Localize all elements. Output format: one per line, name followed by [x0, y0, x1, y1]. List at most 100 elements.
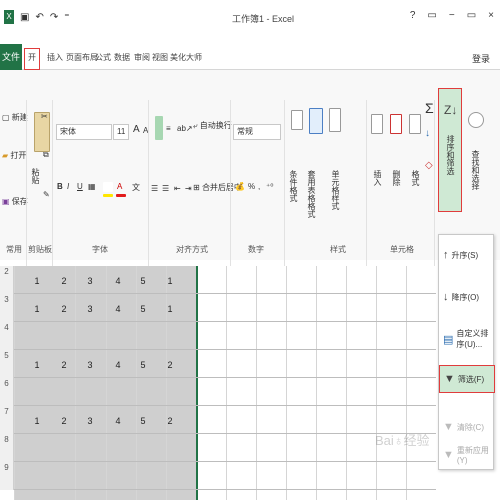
format-painter-icon[interactable]: ✎: [43, 190, 50, 199]
align-center-icon[interactable]: ☰: [162, 184, 169, 193]
cell-value[interactable]: 3: [80, 304, 100, 314]
help-button[interactable]: ?: [410, 10, 416, 21]
font-color-icon[interactable]: A: [117, 182, 122, 191]
menu-item-custom-sort[interactable]: ▤ 自定义排序(U)...: [439, 325, 495, 353]
save-qat-icon[interactable]: ▣: [20, 12, 29, 23]
conditional-format-button[interactable]: 条件格式: [288, 170, 299, 202]
cut-icon[interactable]: ✂: [41, 112, 48, 121]
cell-value[interactable]: 1: [27, 416, 47, 426]
align-left-icon[interactable]: ☰: [151, 184, 158, 193]
row-header[interactable]: 4: [0, 322, 14, 350]
close-button[interactable]: ×: [488, 10, 494, 21]
number-format-select[interactable]: 常规: [233, 124, 281, 140]
delete-button[interactable]: 删除: [391, 170, 402, 186]
new-button[interactable]: ▢ 新建: [2, 112, 28, 123]
cell-value[interactable]: 3: [80, 276, 100, 286]
tab-file[interactable]: 文件: [0, 44, 22, 70]
tab-view[interactable]: 视图: [152, 52, 168, 63]
borders-icon[interactable]: ▦: [88, 182, 96, 191]
row-header[interactable]: 9: [0, 462, 14, 490]
increase-indent-icon[interactable]: ⇥: [185, 184, 192, 193]
cell-value[interactable]: 3: [80, 416, 100, 426]
currency-icon[interactable]: 💰: [235, 182, 245, 191]
align-top-icon[interactable]: [155, 116, 163, 140]
fill-icon[interactable]: ↓: [425, 128, 430, 139]
cell-value[interactable]: 4: [108, 416, 128, 426]
minimize-button[interactable]: −: [449, 10, 455, 21]
redo-icon[interactable]: ↷: [50, 12, 58, 23]
tab-beautify[interactable]: 美化大师: [170, 52, 202, 63]
tab-data[interactable]: 数据: [114, 52, 130, 63]
cell-value[interactable]: 1: [27, 276, 47, 286]
format-cells-icon[interactable]: [409, 114, 421, 134]
qat-more-icon[interactable]: ⁼: [64, 12, 69, 23]
cell-value[interactable]: 4: [108, 304, 128, 314]
cell-value[interactable]: 5: [133, 304, 153, 314]
row-header[interactable]: 2: [0, 266, 14, 294]
menu-item-filter[interactable]: ▼ 筛选(F): [439, 365, 495, 393]
cell-value[interactable]: 5: [133, 276, 153, 286]
open-button[interactable]: ▰ 打开: [2, 150, 26, 161]
clear-icon[interactable]: ◇: [425, 160, 433, 171]
format-button[interactable]: 格式: [410, 170, 421, 186]
decimal-icon[interactable]: ⁺⁰: [266, 182, 273, 191]
row-header[interactable]: 8: [0, 434, 14, 462]
undo-icon[interactable]: ↶: [35, 12, 43, 23]
paste-button[interactable]: 粘贴: [30, 168, 41, 184]
cell-value[interactable]: 1: [27, 304, 47, 314]
cell-styles-button[interactable]: 单元格样式: [330, 170, 341, 210]
wrap-text-button[interactable]: ⤶ 自动换行: [193, 120, 232, 131]
cell-value[interactable]: 1: [27, 360, 47, 370]
cell-value[interactable]: 1: [160, 304, 180, 314]
orientation-icon[interactable]: ab↗: [177, 124, 193, 133]
sort-filter-button[interactable]: Z↓ 排序和筛选: [438, 88, 462, 212]
row-header[interactable]: 6: [0, 378, 14, 406]
cell-value[interactable]: 3: [80, 360, 100, 370]
cell-value[interactable]: 4: [108, 360, 128, 370]
row-header[interactable]: 5: [0, 350, 14, 378]
worksheet-grid[interactable]: 21234513123451451234526712345289: [0, 266, 436, 500]
cell-value[interactable]: 2: [160, 416, 180, 426]
table-format-icon[interactable]: [309, 108, 323, 134]
cell-value[interactable]: 2: [54, 360, 74, 370]
conditional-format-icon[interactable]: [291, 110, 303, 130]
cell-value[interactable]: 2: [54, 276, 74, 286]
save-button[interactable]: ▣ 保存: [2, 196, 28, 207]
ribbon-display-button[interactable]: ▭: [427, 10, 436, 21]
tab-review[interactable]: 审阅: [134, 52, 150, 63]
cell-value[interactable]: 5: [133, 416, 153, 426]
grow-font-icon[interactable]: A: [133, 124, 140, 135]
autosum-icon[interactable]: Σ: [425, 100, 434, 116]
copy-icon[interactable]: ⧉: [43, 150, 49, 160]
row-header[interactable]: 7: [0, 406, 14, 434]
thousands-button[interactable]: ,: [258, 182, 260, 191]
insert-button[interactable]: 插入: [372, 170, 383, 186]
tab-page-layout[interactable]: 页面布局: [66, 52, 98, 63]
find-select-icon[interactable]: [468, 112, 484, 128]
table-format-button[interactable]: 套用表格格式: [306, 170, 317, 218]
cell-value[interactable]: 5: [133, 360, 153, 370]
percent-button[interactable]: %: [248, 182, 255, 191]
cell-styles-icon[interactable]: [329, 108, 341, 132]
login-link[interactable]: 登录: [472, 52, 490, 65]
menu-item-sort-ascending[interactable]: ↑ 升序(S): [439, 241, 495, 269]
underline-button[interactable]: U: [77, 182, 83, 191]
row-header[interactable]: 3: [0, 294, 14, 322]
tab-insert[interactable]: 插入: [47, 52, 63, 63]
cell-value[interactable]: 2: [54, 416, 74, 426]
find-select-button[interactable]: 查找和选择: [470, 150, 481, 190]
delete-cells-icon[interactable]: [390, 114, 402, 134]
tab-formulas[interactable]: 公式: [95, 52, 111, 63]
menu-item-sort-descending[interactable]: ↓ 降序(O): [439, 283, 495, 311]
italic-button[interactable]: I: [67, 182, 69, 191]
align-middle-icon[interactable]: ≡: [166, 124, 171, 133]
cell-value[interactable]: 4: [108, 276, 128, 286]
cell-value[interactable]: 1: [160, 276, 180, 286]
cell-value[interactable]: 2: [54, 304, 74, 314]
tab-home[interactable]: 开始: [24, 48, 40, 80]
bold-button[interactable]: B: [57, 182, 63, 191]
maximize-button[interactable]: ▭: [467, 10, 476, 21]
font-name-select[interactable]: 宋体: [56, 124, 112, 140]
font-size-select[interactable]: 11: [113, 124, 129, 140]
decrease-indent-icon[interactable]: ⇤: [174, 184, 181, 193]
